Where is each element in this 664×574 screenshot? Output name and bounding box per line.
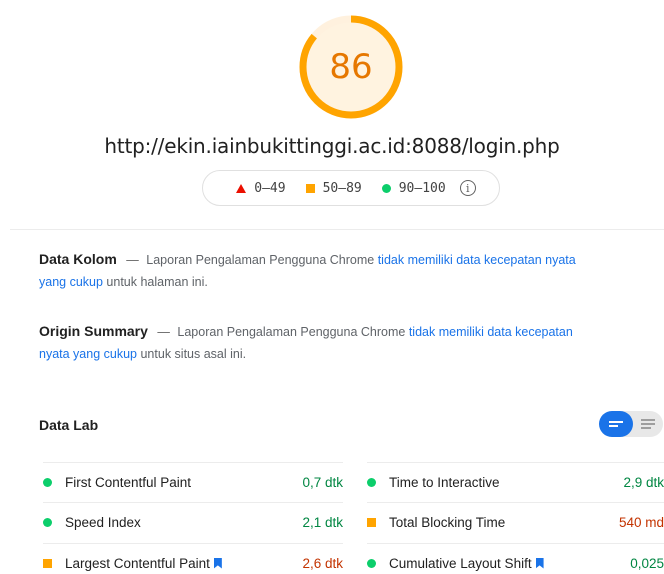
average-indicator-icon <box>367 517 376 527</box>
metric-largest-contentful-paint: Largest Contentful Paint 2,6 dtk <box>43 543 343 574</box>
origin-summary-dash: — <box>157 325 170 339</box>
pass-indicator-icon <box>367 477 376 487</box>
origin-summary-title: Origin Summary <box>39 323 148 339</box>
compact-view-icon <box>609 421 623 427</box>
pass-indicator-icon <box>43 517 52 527</box>
pass-indicator-icon <box>43 477 52 487</box>
legend-pass: 90–100 <box>381 180 446 196</box>
legend-average-label: 50–89 <box>322 180 362 196</box>
average-indicator-icon <box>43 558 52 568</box>
compact-view-button[interactable] <box>599 411 633 437</box>
metric-first-contentful-paint: First Contentful Paint 0,7 dtk <box>43 462 343 502</box>
performance-score-gauge: 86 <box>298 14 404 120</box>
metric-value: 540 md <box>618 514 664 530</box>
field-data-prefix: Laporan Pengalaman Pengguna Chrome <box>146 253 375 267</box>
origin-summary-prefix: Laporan Pengalaman Pengguna Chrome <box>177 325 406 339</box>
metric-cumulative-layout-shift: Cumulative Layout Shift 0,025 <box>367 543 664 574</box>
metric-name: Cumulative Layout Shift <box>389 555 532 571</box>
metric-name: Time to Interactive <box>389 474 500 490</box>
metric-name: First Contentful Paint <box>65 474 192 490</box>
orange-square-icon <box>305 183 315 193</box>
legend-pass-label: 90–100 <box>398 180 446 196</box>
legend-fail: 0–49 <box>236 180 286 196</box>
metric-value: 2,9 dtk <box>623 474 664 490</box>
metric-time-to-interactive: Time to Interactive 2,9 dtk <box>367 462 664 502</box>
view-toggle[interactable] <box>599 411 663 437</box>
metric-name: Largest Contentful Paint <box>65 555 210 571</box>
origin-summary-suffix: untuk situs asal ini. <box>140 347 247 361</box>
field-data-dash: — <box>126 253 139 267</box>
metric-value: 2,6 dtk <box>302 555 343 571</box>
metric-name: Speed Index <box>65 514 141 530</box>
metric-value: 0,7 dtk <box>302 474 343 490</box>
metric-value: 0,025 <box>630 555 664 571</box>
metric-value: 2,1 dtk <box>302 514 343 530</box>
lab-data-title: Data Lab <box>39 417 99 433</box>
legend-average: 50–89 <box>305 180 362 196</box>
legend-fail-label: 0–49 <box>254 180 286 196</box>
field-data-title: Data Kolom <box>39 251 117 267</box>
section-divider <box>10 229 664 230</box>
bookmark-icon <box>535 557 544 569</box>
metric-speed-index: Speed Index 2,1 dtk <box>43 502 343 542</box>
performance-score: 86 <box>329 47 373 87</box>
origin-summary-section: Origin Summary — Laporan Pengalaman Peng… <box>39 320 599 365</box>
green-circle-icon <box>381 183 391 193</box>
score-legend: 0–49 50–89 90–100 i <box>202 170 500 206</box>
info-icon[interactable]: i <box>459 180 476 196</box>
red-triangle-icon <box>236 183 247 193</box>
metric-name: Total Blocking Time <box>389 514 506 530</box>
page-url: http://ekin.iainbukittinggi.ac.id:8088/l… <box>104 134 560 158</box>
field-data-suffix: untuk halaman ini. <box>106 275 208 289</box>
metric-total-blocking-time: Total Blocking Time 540 md <box>367 502 664 542</box>
pass-indicator-icon <box>367 558 376 568</box>
field-data-section: Data Kolom — Laporan Pengalaman Pengguna… <box>39 248 599 293</box>
bookmark-icon <box>213 557 222 569</box>
list-view-icon <box>641 419 655 429</box>
